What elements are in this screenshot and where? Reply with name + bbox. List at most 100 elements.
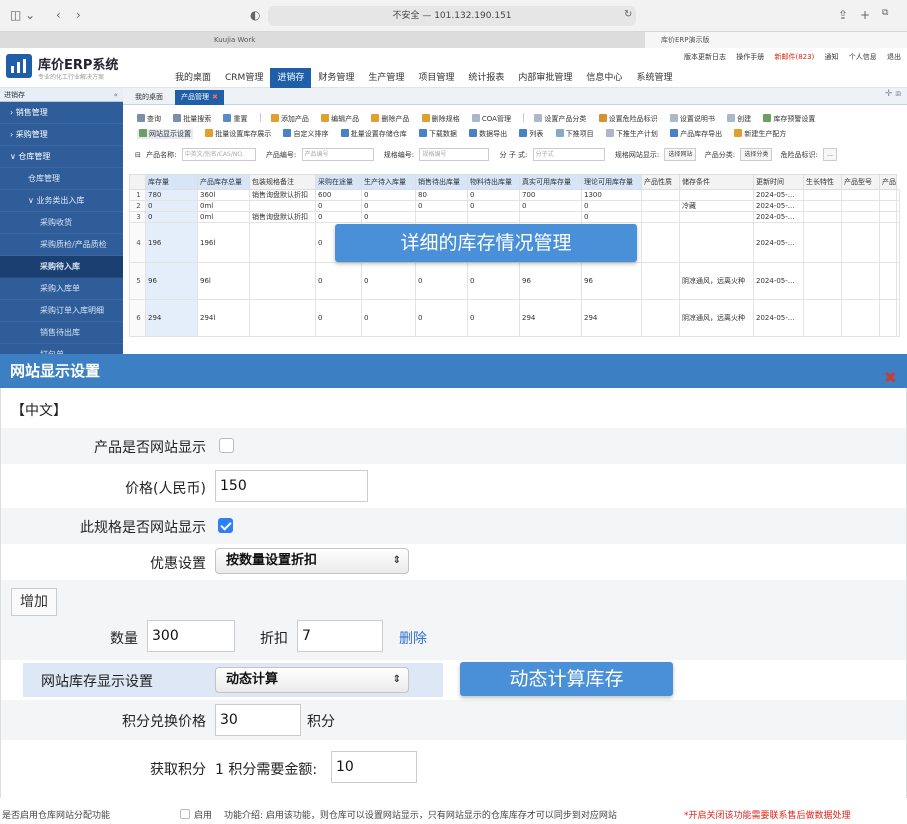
discount-select[interactable]: 按数量设置折扣 ⇕ bbox=[215, 548, 409, 574]
sidebar-item-qc[interactable]: 采购质检/产品质检 bbox=[0, 234, 123, 256]
column-header[interactable]: 更新时间 bbox=[753, 174, 804, 190]
earn-points-input[interactable]: 10 bbox=[331, 751, 417, 783]
column-header[interactable]: 真实可用库存量 bbox=[519, 174, 582, 190]
sidebar-item-warehouse-manage[interactable]: 仓库管理 bbox=[0, 168, 123, 190]
share-icon[interactable]: ⇪ bbox=[838, 8, 848, 22]
new-tab-icon[interactable]: + bbox=[860, 8, 870, 22]
stock-export-button[interactable]: 产品库存导出 bbox=[670, 129, 722, 139]
set-danger-button[interactable]: 设置危险品标识 bbox=[598, 114, 658, 124]
column-header[interactable]: 采购在途量 bbox=[315, 174, 362, 190]
export-button[interactable]: 数据导出 bbox=[469, 129, 507, 139]
nav-info[interactable]: 信息中心 bbox=[579, 68, 629, 88]
nav-system[interactable]: 系统管理 bbox=[629, 68, 679, 88]
push-plan-button[interactable]: 下推生产计划 bbox=[605, 129, 658, 139]
sidebar-item-pending-out[interactable]: 销售待出库 bbox=[0, 322, 123, 344]
show-product-checkbox[interactable] bbox=[219, 438, 234, 453]
batch-stock-display-button[interactable]: 批量设置库存展示 bbox=[205, 129, 271, 139]
nav-inventory[interactable]: 进销存 bbox=[270, 68, 312, 88]
batch-warehouse-button[interactable]: 批量设置存储仓库 bbox=[340, 129, 407, 139]
nav-project[interactable]: 项目管理 bbox=[411, 68, 461, 88]
forward-icon[interactable]: › bbox=[76, 8, 81, 22]
coa-button[interactable]: COA管理 bbox=[471, 114, 511, 124]
sidebar-item-warehouse[interactable]: ∨ 仓库管理 bbox=[0, 146, 123, 168]
top-link-logout[interactable]: 退出 bbox=[887, 53, 901, 61]
column-header[interactable]: 销售待出库量 bbox=[415, 174, 468, 190]
table-row[interactable]: 2 0 0ml 0 0 0 0 0 0 冷藏 2024-05-... bbox=[129, 200, 900, 212]
website-display-button[interactable]: 网站显示设置 bbox=[137, 129, 193, 139]
collapse-icon[interactable]: « bbox=[114, 88, 118, 102]
tab-desktop[interactable]: 我的桌面 bbox=[129, 90, 169, 105]
sidebar-item-pending-in[interactable]: 采购待入库 bbox=[0, 256, 123, 278]
points-price-input[interactable]: 30 bbox=[215, 704, 301, 736]
privacy-icon[interactable]: ◐ bbox=[250, 8, 260, 22]
table-row[interactable]: 3 0 0ml 销售询盘默认折扣 0 0 0 2024-05-... bbox=[129, 211, 900, 223]
column-header[interactable]: 产品性质 bbox=[641, 174, 680, 190]
price-input[interactable]: 150 bbox=[215, 470, 368, 502]
reset-button[interactable]: 重置 bbox=[223, 114, 247, 124]
table-row[interactable]: 1 780 360l 销售询盘默认折扣 600 0 80 0 700 1300 2024-05-..… bbox=[129, 189, 900, 201]
category-select[interactable]: 选择分类 bbox=[740, 148, 773, 161]
nav-production[interactable]: 生产管理 bbox=[361, 68, 411, 88]
browser-tab-kuujia[interactable]: Kuujia Work bbox=[198, 32, 448, 48]
formula-input[interactable]: 分子式 bbox=[532, 148, 605, 161]
column-header[interactable]: 包装规格备注 bbox=[249, 174, 316, 190]
delete-spec-button[interactable]: 删除规格 bbox=[421, 114, 460, 124]
nav-crm[interactable]: CRM管理 bbox=[218, 68, 270, 88]
sidebar-item-business-io[interactable]: ∨ 业务类出入库 bbox=[0, 190, 123, 212]
top-link-manual[interactable]: 操作手册 bbox=[736, 53, 764, 61]
sidebar-item-purchase[interactable]: › 采购管理 bbox=[0, 124, 123, 146]
nav-desktop[interactable]: 我的桌面 bbox=[168, 68, 218, 88]
create-button[interactable]: 创建 bbox=[727, 114, 751, 124]
reload-icon[interactable]: ↻ bbox=[624, 9, 632, 20]
column-header[interactable]: 库存量 bbox=[145, 174, 198, 190]
top-link-notice[interactable]: 通知 bbox=[825, 53, 839, 61]
column-header[interactable]: 储存条件 bbox=[679, 174, 754, 190]
nav-approval[interactable]: 内部审批管理 bbox=[511, 68, 579, 88]
show-spec-checkbox[interactable] bbox=[218, 518, 233, 533]
sidebar-item-packing[interactable]: 打包单 bbox=[0, 344, 123, 354]
top-link-mail[interactable]: 新邮件(823) bbox=[774, 53, 814, 61]
enable-checkbox[interactable] bbox=[180, 809, 190, 819]
tab-tools-icon[interactable]: ✛ ⧈ bbox=[885, 89, 901, 99]
batch-search-button[interactable]: 批量搜索 bbox=[173, 114, 211, 124]
column-header[interactable]: 理论可用库存量 bbox=[581, 174, 642, 190]
new-formula-button[interactable]: 新建生产配方 bbox=[734, 129, 786, 139]
column-header[interactable]: 物料待出库量 bbox=[467, 174, 520, 190]
browser-tab-erp[interactable]: 库价ERP演示版 bbox=[645, 32, 907, 48]
table-row[interactable]: 6 294 294l 0 0 0 0 294 294 阴凉通风，远离火种 2024-05-... bbox=[129, 299, 900, 337]
nav-reports[interactable]: 统计报表 bbox=[461, 68, 511, 88]
add-button[interactable]: 增加 bbox=[11, 588, 57, 616]
sidebar-item-in-detail[interactable]: 采购订单入库明细 bbox=[0, 300, 123, 322]
rate-input[interactable]: 7 bbox=[297, 620, 383, 652]
nav-finance[interactable]: 财务管理 bbox=[311, 68, 361, 88]
tab-product-manage[interactable]: 产品管理 ✖ bbox=[175, 90, 224, 105]
set-manual-button[interactable]: 设置说明书 bbox=[669, 114, 715, 124]
sidebar-item-in-order[interactable]: 采购入库单 bbox=[0, 278, 123, 300]
delete-product-button[interactable]: 删除产品 bbox=[371, 114, 409, 124]
product-name-input[interactable]: 中英文/别名/CAS/NO. bbox=[181, 148, 256, 161]
delete-link[interactable]: 删除 bbox=[399, 628, 427, 648]
tab-overview-icon[interactable]: ⧉ bbox=[882, 8, 888, 18]
list-button[interactable]: 列表 bbox=[519, 129, 543, 139]
query-button[interactable]: 查询 bbox=[137, 114, 161, 124]
download-button[interactable]: 下载数据 bbox=[418, 129, 457, 139]
back-icon[interactable]: ‹ bbox=[56, 8, 61, 22]
address-bar[interactable]: 不安全 — 101.132.190.151 bbox=[268, 6, 636, 26]
sidebar-item-receiving[interactable]: 采购收货 bbox=[0, 212, 123, 234]
table-row[interactable]: 5 96 96l 0 0 0 0 96 96 阴凉通风，远离火种 2024-05-... bbox=[129, 262, 900, 300]
edit-product-button[interactable]: 编辑产品 bbox=[321, 114, 359, 124]
spec-code-input[interactable]: 规格编号 bbox=[419, 148, 490, 161]
stock-display-select[interactable]: 动态计算 ⇕ bbox=[215, 667, 409, 693]
column-header[interactable]: 生产待入库量 bbox=[361, 174, 416, 190]
top-link-changelog[interactable]: 版本更新日志 bbox=[684, 53, 726, 61]
column-header[interactable]: 生长特性 bbox=[803, 174, 842, 190]
danger-select[interactable]: ... bbox=[823, 148, 837, 161]
set-category-button[interactable]: 设置产品分类 bbox=[534, 114, 586, 124]
sidebar-toggle-icon[interactable]: ◫ ⌄ bbox=[10, 8, 35, 22]
column-header[interactable]: 产品库存总量 bbox=[197, 174, 250, 190]
column-header[interactable]: 产品型号 bbox=[841, 174, 880, 190]
expand-filter-icon[interactable]: ⊟ bbox=[135, 151, 141, 159]
push-project-button[interactable]: 下推项目 bbox=[555, 129, 594, 139]
stock-alert-button[interactable]: 库存预警设置 bbox=[763, 114, 815, 124]
spec-display-select[interactable]: 选择网站 bbox=[664, 148, 697, 161]
